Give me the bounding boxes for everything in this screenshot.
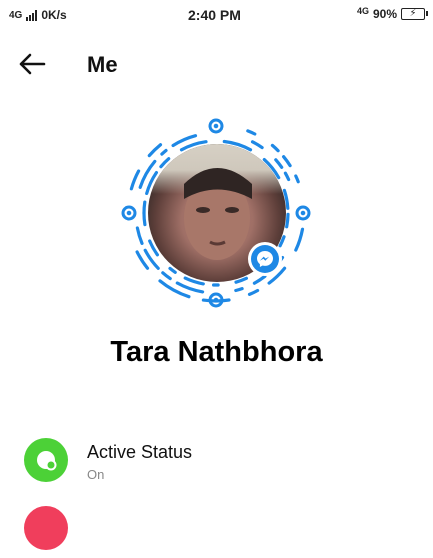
battery-icon: ⚡ (401, 8, 425, 20)
settings-item-row[interactable] (0, 498, 433, 558)
code-segment (131, 171, 138, 189)
settings-item-icon (24, 506, 68, 550)
top-bar: Me (0, 36, 433, 92)
code-segment (296, 229, 303, 250)
code-segment (296, 176, 298, 182)
status-time: 2:40 PM (188, 7, 241, 23)
status-left: 4G 0K/s (9, 8, 67, 22)
network-speed: 0K/s (41, 8, 66, 22)
code-segment (287, 214, 288, 226)
network-type-left: 4G (9, 10, 22, 21)
active-status-value: On (87, 467, 104, 482)
battery-percent: 90% (373, 7, 397, 21)
code-segment (250, 291, 258, 295)
messenger-badge (248, 242, 282, 276)
back-button[interactable] (14, 48, 50, 80)
signal-icon (26, 10, 37, 21)
network-type-right: 4G (357, 6, 369, 16)
code-segment (144, 213, 145, 225)
status-right: 4G 90% ⚡ (357, 7, 425, 21)
page-title: Me (87, 52, 118, 78)
code-segment (137, 228, 142, 243)
code-segment (236, 289, 242, 291)
code-segment (248, 131, 255, 134)
active-status-icon (24, 438, 68, 482)
profile-name: Tara Nathbhora (0, 336, 433, 369)
status-bar: 4G 0K/s 2:40 PM 4G 90% ⚡ (0, 0, 433, 30)
active-status-row[interactable]: Active Status On (0, 430, 433, 490)
back-arrow-icon (18, 53, 46, 75)
code-segment (144, 202, 145, 213)
active-status-title: Active Status (87, 442, 192, 463)
code-segment (160, 281, 189, 297)
messenger-icon (256, 250, 274, 268)
